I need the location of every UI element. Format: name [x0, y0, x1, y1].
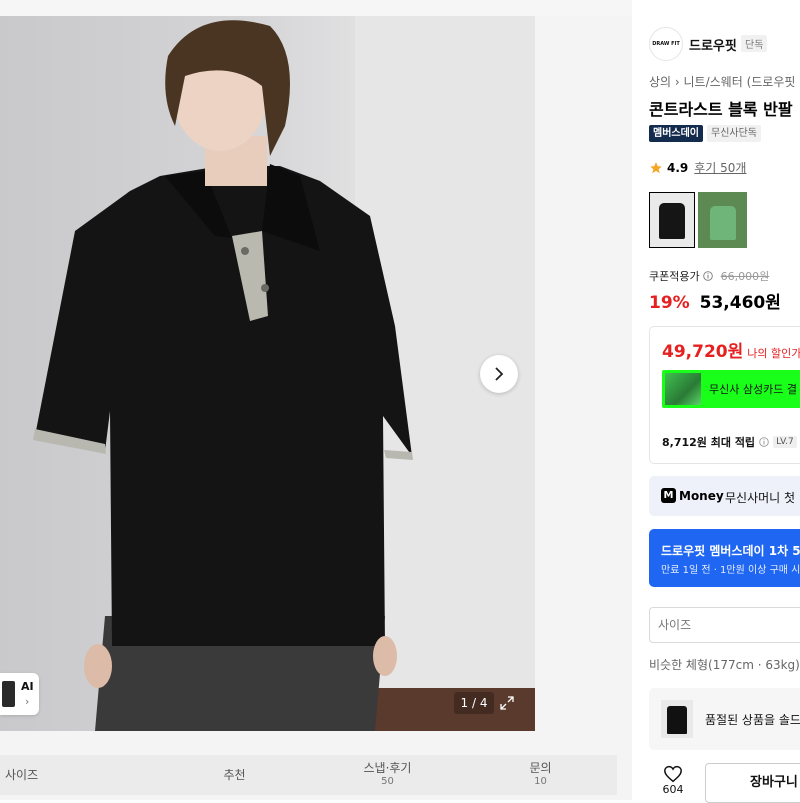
- like-button[interactable]: 604: [655, 765, 691, 800]
- review-count-link[interactable]: 후기 50개: [694, 159, 746, 176]
- musinsa-exclusive-tag: 무신사단독: [707, 125, 761, 142]
- money-logo-icon: M: [661, 488, 676, 503]
- max-points: 8,712원 최대 적립: [662, 436, 756, 449]
- color-option-green[interactable]: [698, 192, 747, 248]
- restock-alert-box[interactable]: 품절된 상품을 솔드: [649, 688, 800, 750]
- promo-subtitle: 만료 1일 전 · 1만원 이상 구매 시: [661, 565, 800, 576]
- tab-inquiry-count: 10: [534, 776, 547, 787]
- tab-inquiry-label: 문의: [529, 761, 552, 775]
- original-price: 66,000원: [720, 270, 770, 283]
- expand-button[interactable]: [496, 692, 518, 714]
- color-option-black[interactable]: [649, 192, 695, 248]
- money-logo-text: Money: [679, 489, 724, 503]
- info-icon[interactable]: [759, 437, 769, 447]
- card-banner-text: 무신사 삼성카드 결: [709, 383, 797, 396]
- tab-recommend[interactable]: 추천: [158, 755, 311, 795]
- color-thumb-black: [659, 203, 685, 239]
- tab-reviews-label: 스냅·후기: [363, 761, 412, 775]
- my-price-value: 49,720원: [662, 342, 744, 362]
- brand-exclusive-badge: 단독: [741, 35, 768, 52]
- image-counter: 1 / 4: [454, 692, 494, 714]
- discount-rate: 19%: [649, 293, 690, 313]
- sale-price: 53,460원: [699, 293, 781, 313]
- restock-thumbnail: [661, 700, 693, 738]
- ai-thumbnail-button[interactable]: AI ›: [0, 673, 39, 715]
- next-image-button[interactable]: [480, 355, 518, 393]
- size-select[interactable]: 사이즈: [649, 607, 800, 643]
- expand-icon: [500, 696, 514, 710]
- samsung-card-banner[interactable]: 무신사 삼성카드 결: [662, 370, 800, 408]
- points-row: 8,712원 최대 적립 LV.7: [662, 434, 797, 450]
- promo-title: 드로우핏 멤버스데이 1차 5%: [661, 544, 800, 558]
- detail-tabs: 사이즈 추천 스냅·후기 50 문의 10: [0, 755, 617, 795]
- product-title: 콘트라스트 블록 반팔: [649, 100, 793, 119]
- color-thumb-green: [710, 206, 736, 240]
- ai-thumbnail-image: [2, 681, 15, 707]
- info-icon[interactable]: [702, 271, 713, 281]
- chevron-right-icon: ›: [25, 695, 30, 708]
- members-day-coupon-banner[interactable]: 드로우핏 멤버스데이 1차 5% 만료 1일 전 · 1만원 이상 구매 시: [649, 529, 800, 587]
- brand-logo[interactable]: DRAW FIT: [649, 27, 683, 61]
- ai-label: AI: [21, 680, 34, 693]
- tab-size-label: 사이즈: [5, 768, 39, 782]
- member-level-badge: LV.7: [773, 436, 797, 448]
- tab-inquiry[interactable]: 문의 10: [464, 755, 617, 795]
- coupon-price-label: 쿠폰적용가: [649, 270, 700, 283]
- price-row: 19% 53,460원: [649, 288, 781, 313]
- tab-recommend-label: 추천: [223, 768, 246, 782]
- add-to-cart-button[interactable]: 장바구니: [705, 763, 800, 803]
- brand-name-link[interactable]: 드로우핏: [689, 35, 737, 54]
- coupon-price-label-row: 쿠폰적용가 66,000원: [649, 268, 769, 284]
- rating-score: 4.9: [667, 160, 689, 175]
- gallery-top-strip: [0, 0, 632, 16]
- tab-reviews-count: 50: [381, 776, 394, 787]
- tab-reviews[interactable]: 스냅·후기 50: [311, 755, 464, 795]
- like-count: 604: [662, 783, 684, 796]
- breadcrumb[interactable]: 상의 › 니트/스웨터 (드로우핏: [649, 73, 795, 90]
- my-discount-price[interactable]: 49,720원 나의 할인가: [662, 337, 800, 362]
- members-day-tag: 멤버스데이: [649, 125, 703, 142]
- chevron-right-icon: [495, 367, 504, 381]
- product-main-image[interactable]: [0, 16, 535, 731]
- tab-size[interactable]: 사이즈: [0, 755, 158, 795]
- star-icon: [650, 161, 662, 173]
- my-price-note: 나의 할인가: [747, 347, 800, 360]
- model-illustration: [33, 20, 413, 731]
- money-banner-text: 무신사머니 첫: [725, 491, 796, 505]
- restock-text: 품절된 상품을 솔드: [705, 713, 800, 727]
- similar-body-fit-note: 비슷한 체형(177cm · 63kg)은: [649, 658, 800, 672]
- card-banner-image: [665, 373, 701, 405]
- heart-icon: [664, 765, 682, 783]
- musinsa-money-banner[interactable]: M Money 무신사머니 첫: [649, 476, 800, 516]
- rating-row: 4.9 후기 50개: [649, 159, 746, 176]
